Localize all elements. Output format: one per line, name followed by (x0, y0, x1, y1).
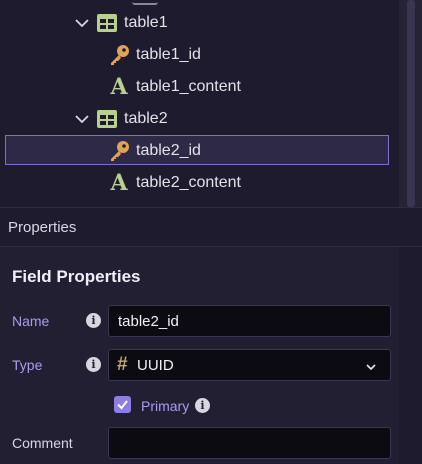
type-label: Type (12, 357, 43, 373)
tree-item-label: table2 (124, 110, 168, 127)
tree-item-label: table2_id (136, 142, 201, 159)
name-field[interactable]: table2_id (108, 305, 391, 337)
tree-item-table2[interactable]: table2 (74, 104, 168, 134)
primary-label[interactable]: Primary (141, 398, 189, 414)
tree-item-label: table1_id (136, 46, 201, 63)
tree-item-label: table2_content (136, 174, 241, 191)
key-icon (108, 140, 130, 162)
tree-item-table2-content[interactable]: A table2_content (108, 168, 241, 198)
chevron-down-icon[interactable] (74, 111, 90, 127)
type-select[interactable]: # UUID (108, 349, 391, 381)
tree-item-table2-id[interactable]: table2_id (108, 136, 201, 166)
table-icon (96, 108, 118, 130)
hash-icon: # (117, 354, 128, 375)
primary-checkbox[interactable] (114, 396, 131, 413)
properties-panel-header: Properties (0, 207, 422, 247)
name-field-value: table2_id (118, 313, 179, 330)
text-icon: A (110, 170, 128, 196)
text-icon: A (110, 74, 128, 100)
comment-label: Comment (12, 435, 73, 451)
tree-item-table1[interactable]: table1 (74, 8, 168, 38)
info-icon[interactable]: i (86, 357, 101, 372)
tree-item-table1-content[interactable]: A table1_content (108, 72, 241, 102)
chevron-down-icon (366, 364, 376, 371)
comment-field[interactable] (108, 427, 391, 459)
tree-item-table1-id[interactable]: table1_id (108, 40, 201, 70)
key-icon (108, 44, 130, 66)
info-icon[interactable]: i (86, 313, 101, 328)
field-properties-heading: Field Properties (12, 267, 141, 286)
schema-tree: table1 table1_id A table1_content table2… (0, 0, 399, 207)
chevron-down-icon[interactable] (74, 15, 90, 31)
tree-item-label: table1_content (136, 78, 241, 95)
name-label: Name (12, 313, 50, 329)
table-icon (96, 12, 118, 34)
properties-panel-title: Properties (8, 219, 77, 236)
check-icon (117, 400, 128, 410)
type-select-value: UUID (137, 357, 174, 374)
properties-panel-margin (399, 247, 422, 464)
tree-connector (132, 0, 158, 5)
tree-scrollbar-thumb[interactable] (407, 0, 415, 207)
tree-item-label: table1 (124, 14, 168, 31)
info-icon[interactable]: i (195, 398, 210, 413)
